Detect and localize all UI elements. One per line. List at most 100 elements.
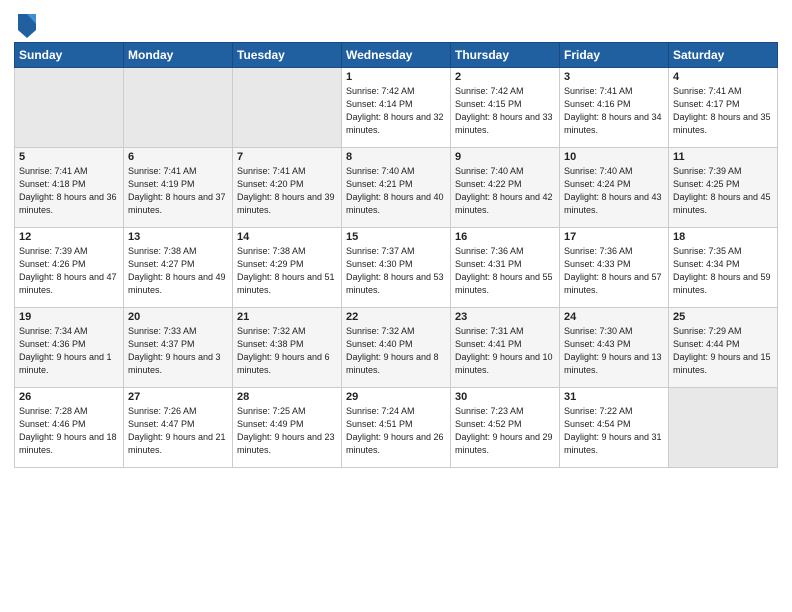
- day-info: Sunrise: 7:40 AM Sunset: 4:22 PM Dayligh…: [455, 165, 555, 217]
- day-cell: 26 Sunrise: 7:28 AM Sunset: 4:46 PM Dayli…: [15, 388, 124, 468]
- day-cell: 2 Sunrise: 7:42 AM Sunset: 4:15 PM Daylig…: [451, 68, 560, 148]
- day-info: Sunrise: 7:30 AM Sunset: 4:43 PM Dayligh…: [564, 325, 664, 377]
- day-info: Sunrise: 7:37 AM Sunset: 4:30 PM Dayligh…: [346, 245, 446, 297]
- day-cell: 27Sunrise: 7:26 AM Sunset: 4:47 PM Dayli…: [124, 388, 233, 468]
- day-info: Sunrise: 7:41 AM Sunset: 4:16 PM Dayligh…: [564, 85, 664, 137]
- day-info: Sunrise: 7:41 AM Sunset: 4:20 PM Dayligh…: [237, 165, 337, 217]
- day-cell: 23Sunrise: 7:31 AM Sunset: 4:41 PM Dayli…: [451, 308, 560, 388]
- calendar-table: SundayMondayTuesdayWednesdayThursdayFrid…: [14, 42, 778, 468]
- day-number: 2: [455, 71, 555, 83]
- header-day-monday: Monday: [124, 43, 233, 68]
- day-info: Sunrise: 7:24 AM Sunset: 4:51 PM Dayligh…: [346, 405, 446, 457]
- day-cell: 5 Sunrise: 7:41 AM Sunset: 4:18 PM Daylig…: [15, 148, 124, 228]
- day-number: 1: [346, 71, 446, 83]
- header-row-days: SundayMondayTuesdayWednesdayThursdayFrid…: [15, 43, 778, 68]
- day-info: Sunrise: 7:38 AM Sunset: 4:29 PM Dayligh…: [237, 245, 337, 297]
- day-cell: 20 Sunrise: 7:33 AM Sunset: 4:37 PM Dayli…: [124, 308, 233, 388]
- day-info: Sunrise: 7:41 AM Sunset: 4:18 PM Dayligh…: [19, 165, 119, 217]
- day-info: Sunrise: 7:40 AM Sunset: 4:24 PM Dayligh…: [564, 165, 664, 217]
- day-info: Sunrise: 7:28 AM Sunset: 4:46 PM Dayligh…: [19, 405, 119, 457]
- day-info: Sunrise: 7:29 AM Sunset: 4:44 PM Dayligh…: [673, 325, 773, 377]
- day-number: 18: [673, 231, 773, 243]
- day-info: Sunrise: 7:22 AM Sunset: 4:54 PM Dayligh…: [564, 405, 664, 457]
- day-cell: 13 Sunrise: 7:38 AM Sunset: 4:27 PM Dayli…: [124, 228, 233, 308]
- day-cell: 21 Sunrise: 7:32 AM Sunset: 4:38 PM Dayli…: [233, 308, 342, 388]
- day-number: 7: [237, 151, 337, 163]
- day-number: 21: [237, 311, 337, 323]
- day-cell: 16 Sunrise: 7:36 AM Sunset: 4:31 PM Dayli…: [451, 228, 560, 308]
- day-number: 13: [128, 231, 228, 243]
- day-cell: [669, 388, 778, 468]
- day-info: Sunrise: 7:42 AM Sunset: 4:14 PM Dayligh…: [346, 85, 446, 137]
- day-number: 17: [564, 231, 664, 243]
- day-cell: 14 Sunrise: 7:38 AM Sunset: 4:29 PM Dayli…: [233, 228, 342, 308]
- day-cell: 18 Sunrise: 7:35 AM Sunset: 4:34 PM Dayli…: [669, 228, 778, 308]
- day-cell: [15, 68, 124, 148]
- day-cell: 11Sunrise: 7:39 AM Sunset: 4:25 PM Dayli…: [669, 148, 778, 228]
- day-info: Sunrise: 7:36 AM Sunset: 4:31 PM Dayligh…: [455, 245, 555, 297]
- week-row-5: 26 Sunrise: 7:28 AM Sunset: 4:46 PM Dayli…: [15, 388, 778, 468]
- day-number: 5: [19, 151, 119, 163]
- day-cell: 15Sunrise: 7:37 AM Sunset: 4:30 PM Dayli…: [342, 228, 451, 308]
- day-cell: 17 Sunrise: 7:36 AM Sunset: 4:33 PM Dayli…: [560, 228, 669, 308]
- day-cell: 8 Sunrise: 7:40 AM Sunset: 4:21 PM Daylig…: [342, 148, 451, 228]
- day-info: Sunrise: 7:40 AM Sunset: 4:21 PM Dayligh…: [346, 165, 446, 217]
- day-info: Sunrise: 7:33 AM Sunset: 4:37 PM Dayligh…: [128, 325, 228, 377]
- day-number: 31: [564, 391, 664, 403]
- day-number: 29: [346, 391, 446, 403]
- day-number: 22: [346, 311, 446, 323]
- day-number: 3: [564, 71, 664, 83]
- day-number: 24: [564, 311, 664, 323]
- day-cell: 28Sunrise: 7:25 AM Sunset: 4:49 PM Dayli…: [233, 388, 342, 468]
- day-info: Sunrise: 7:41 AM Sunset: 4:17 PM Dayligh…: [673, 85, 773, 137]
- day-number: 8: [346, 151, 446, 163]
- logo-icon: [16, 10, 38, 38]
- header-day-sunday: Sunday: [15, 43, 124, 68]
- day-number: 14: [237, 231, 337, 243]
- day-info: Sunrise: 7:41 AM Sunset: 4:19 PM Dayligh…: [128, 165, 228, 217]
- week-row-2: 5 Sunrise: 7:41 AM Sunset: 4:18 PM Daylig…: [15, 148, 778, 228]
- day-info: Sunrise: 7:23 AM Sunset: 4:52 PM Dayligh…: [455, 405, 555, 457]
- day-info: Sunrise: 7:38 AM Sunset: 4:27 PM Dayligh…: [128, 245, 228, 297]
- day-cell: 1 Sunrise: 7:42 AM Sunset: 4:14 PM Daylig…: [342, 68, 451, 148]
- day-number: 25: [673, 311, 773, 323]
- header-day-wednesday: Wednesday: [342, 43, 451, 68]
- header-row: [14, 10, 778, 38]
- header-day-friday: Friday: [560, 43, 669, 68]
- day-number: 10: [564, 151, 664, 163]
- day-number: 19: [19, 311, 119, 323]
- header-day-tuesday: Tuesday: [233, 43, 342, 68]
- day-cell: 22 Sunrise: 7:32 AM Sunset: 4:40 PM Dayli…: [342, 308, 451, 388]
- day-info: Sunrise: 7:35 AM Sunset: 4:34 PM Dayligh…: [673, 245, 773, 297]
- day-number: 4: [673, 71, 773, 83]
- day-cell: 25 Sunrise: 7:29 AM Sunset: 4:44 PM Dayli…: [669, 308, 778, 388]
- day-cell: 31 Sunrise: 7:22 AM Sunset: 4:54 PM Dayli…: [560, 388, 669, 468]
- day-number: 28: [237, 391, 337, 403]
- day-info: Sunrise: 7:36 AM Sunset: 4:33 PM Dayligh…: [564, 245, 664, 297]
- day-cell: 10 Sunrise: 7:40 AM Sunset: 4:24 PM Dayli…: [560, 148, 669, 228]
- day-cell: 3 Sunrise: 7:41 AM Sunset: 4:16 PM Daylig…: [560, 68, 669, 148]
- day-number: 26: [19, 391, 119, 403]
- day-info: Sunrise: 7:32 AM Sunset: 4:40 PM Dayligh…: [346, 325, 446, 377]
- day-number: 6: [128, 151, 228, 163]
- week-row-4: 19Sunrise: 7:34 AM Sunset: 4:36 PM Dayli…: [15, 308, 778, 388]
- day-number: 16: [455, 231, 555, 243]
- day-number: 12: [19, 231, 119, 243]
- day-info: Sunrise: 7:32 AM Sunset: 4:38 PM Dayligh…: [237, 325, 337, 377]
- week-row-1: 1 Sunrise: 7:42 AM Sunset: 4:14 PM Daylig…: [15, 68, 778, 148]
- day-cell: [124, 68, 233, 148]
- day-cell: 30Sunrise: 7:23 AM Sunset: 4:52 PM Dayli…: [451, 388, 560, 468]
- day-cell: 24 Sunrise: 7:30 AM Sunset: 4:43 PM Dayli…: [560, 308, 669, 388]
- day-number: 20: [128, 311, 228, 323]
- day-info: Sunrise: 7:39 AM Sunset: 4:25 PM Dayligh…: [673, 165, 773, 217]
- day-cell: 4 Sunrise: 7:41 AM Sunset: 4:17 PM Daylig…: [669, 68, 778, 148]
- week-row-3: 12Sunrise: 7:39 AM Sunset: 4:26 PM Dayli…: [15, 228, 778, 308]
- day-cell: 19Sunrise: 7:34 AM Sunset: 4:36 PM Dayli…: [15, 308, 124, 388]
- day-number: 27: [128, 391, 228, 403]
- logo: [14, 10, 38, 38]
- day-cell: 29 Sunrise: 7:24 AM Sunset: 4:51 PM Dayli…: [342, 388, 451, 468]
- day-info: Sunrise: 7:42 AM Sunset: 4:15 PM Dayligh…: [455, 85, 555, 137]
- header-day-thursday: Thursday: [451, 43, 560, 68]
- calendar-container: SundayMondayTuesdayWednesdayThursdayFrid…: [0, 0, 792, 476]
- day-cell: 6 Sunrise: 7:41 AM Sunset: 4:19 PM Daylig…: [124, 148, 233, 228]
